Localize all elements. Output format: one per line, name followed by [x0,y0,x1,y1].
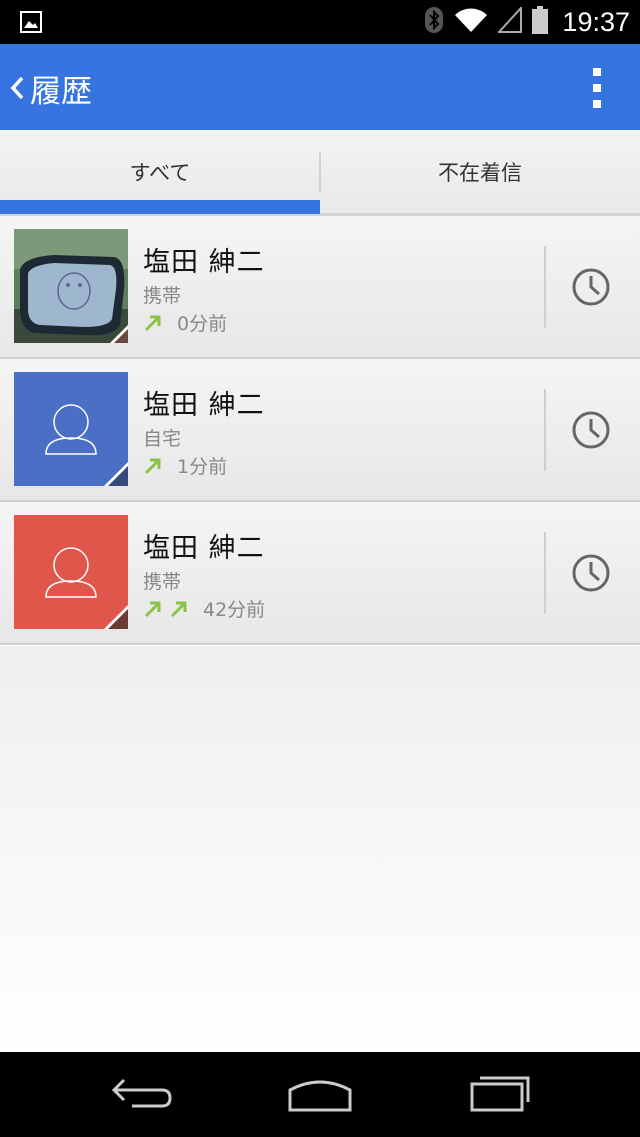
phone-type: 携帯 [143,285,182,307]
outgoing-call-icon [143,599,163,619]
outgoing-call-icon [143,313,163,333]
contact-name: 塩田 紳二 [143,390,265,421]
wifi-icon [454,7,488,37]
tab-selected-indicator [0,200,320,214]
contact-name: 塩田 紳二 [143,533,265,564]
row-divider [544,389,546,471]
tab-bar: すべて 不在着信 [0,130,640,216]
call-row[interactable]: 塩田 紳二 携帯 0分前 [0,216,640,359]
contact-name: 塩田 紳二 [143,247,265,278]
call-row[interactable]: 塩田 紳二 携帯 42分前 [0,502,640,645]
clock-icon[interactable] [568,407,614,453]
recents-icon[interactable] [468,1070,532,1118]
call-history-list: 塩田 紳二 携帯 0分前 塩田 紳二 自宅 1分前 塩田 紳二 携帯 42分前 [0,216,640,645]
tab-missed-calls[interactable]: 不在着信 [320,130,640,214]
status-bar: 19:37 [0,0,640,44]
status-time: 19:37 [562,6,630,37]
call-meta: 0分前 [143,309,227,336]
overflow-menu-icon[interactable] [590,68,604,108]
call-time: 0分前 [177,313,228,335]
list-empty-area [0,646,640,1052]
outgoing-call-icon [143,456,163,476]
call-time: 1分前 [177,456,228,478]
outgoing-call-icon [169,599,189,619]
page-title[interactable]: 履歴 [30,66,92,111]
back-icon[interactable] [110,1070,174,1118]
battery-icon [532,6,549,38]
call-row[interactable]: 塩田 紳二 自宅 1分前 [0,359,640,502]
bluetooth-icon [424,6,444,38]
contact-photo[interactable] [14,229,128,343]
row-divider [544,532,546,614]
clock-icon[interactable] [568,264,614,310]
call-meta: 42分前 [143,595,265,622]
back-chevron-icon[interactable] [8,74,26,102]
call-time: 42分前 [203,599,266,621]
call-meta: 1分前 [143,452,227,479]
app-bar: 履歴 [0,44,640,130]
clock-icon[interactable] [568,550,614,596]
row-divider [544,246,546,328]
contact-avatar-placeholder[interactable] [14,515,128,629]
contact-avatar-placeholder[interactable] [14,372,128,486]
image-notification-icon [20,11,42,37]
phone-type: 携帯 [143,571,182,593]
cell-signal-icon [497,5,523,37]
system-nav-bar [0,1052,640,1137]
home-icon[interactable] [286,1070,354,1118]
phone-type: 自宅 [143,428,182,450]
